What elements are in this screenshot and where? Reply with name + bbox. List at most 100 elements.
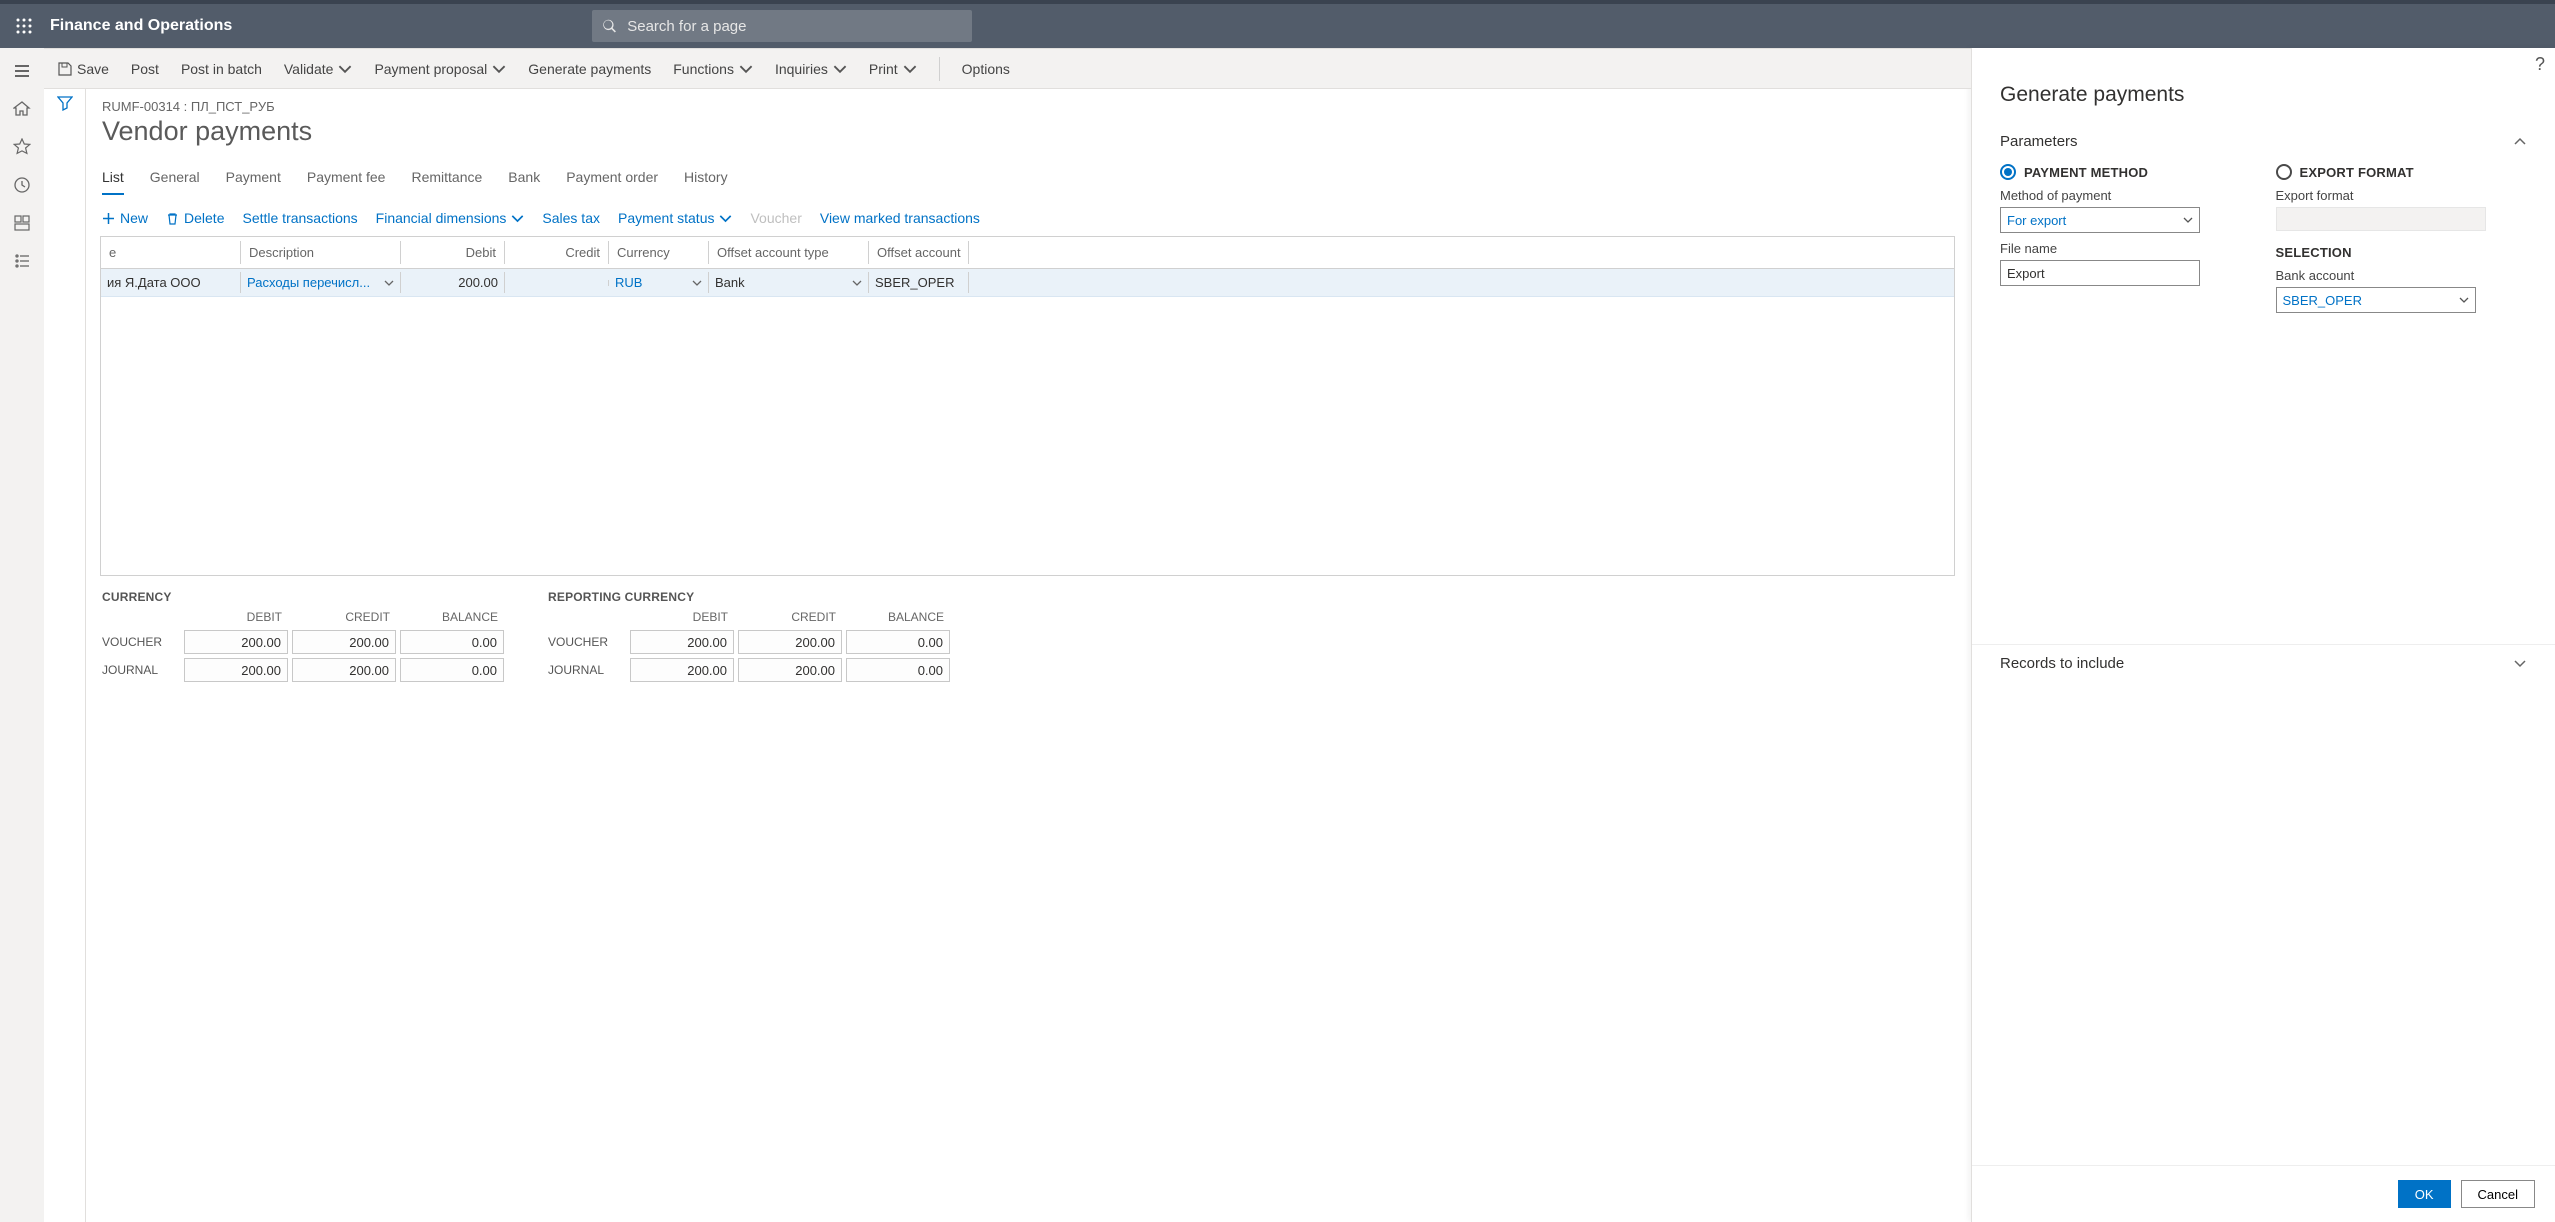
totals-head-credit: CREDIT — [738, 610, 842, 626]
nav-workspaces-icon[interactable] — [0, 204, 44, 242]
post-button[interactable]: Post — [131, 61, 159, 77]
cell-credit[interactable] — [505, 280, 609, 286]
app-title: Finance and Operations — [50, 17, 232, 35]
tab-list[interactable]: List — [102, 165, 124, 195]
tab-general[interactable]: General — [150, 165, 200, 195]
view-marked-button[interactable]: View marked transactions — [820, 210, 980, 226]
delete-button[interactable]: Delete — [166, 210, 224, 226]
chevron-down-icon[interactable] — [692, 278, 702, 288]
totals-val: 200.00 — [738, 658, 842, 682]
bank-account-label: Bank account — [2276, 268, 2528, 283]
sales-tax-label: Sales tax — [542, 210, 600, 226]
export-format-radio[interactable]: EXPORT FORMAT — [2276, 164, 2528, 180]
records-to-include-label: Records to include — [2000, 655, 2124, 672]
cell-description[interactable]: Расходы перечисл... — [241, 272, 401, 293]
nav-recent-icon[interactable] — [0, 166, 44, 204]
tab-history[interactable]: History — [684, 165, 728, 195]
cell-debit[interactable]: 200.00 — [401, 272, 505, 293]
ok-button[interactable]: OK — [2398, 1180, 2451, 1208]
nav-modules-icon[interactable] — [0, 242, 44, 280]
chevron-down-icon — [719, 212, 732, 225]
tab-payment-fee[interactable]: Payment fee — [307, 165, 386, 195]
method-of-payment-select[interactable]: For export — [2000, 207, 2200, 233]
nav-favorites-icon[interactable] — [0, 128, 44, 166]
chevron-down-icon[interactable] — [852, 278, 862, 288]
cell-offset-account-text: SBER_OPER — [875, 275, 954, 290]
payment-proposal-menu[interactable]: Payment proposal — [374, 61, 506, 77]
breadcrumb: RUMF-00314 : ПЛ_ПСТ_РУБ — [86, 99, 1971, 114]
generate-payments-button[interactable]: Generate payments — [528, 61, 651, 77]
bank-account-select[interactable]: SBER_OPER — [2276, 287, 2476, 313]
grid-header: e Description Debit Credit Currency Offs… — [101, 237, 1954, 269]
help-icon[interactable]: ? — [2535, 54, 2545, 75]
settle-transactions-button[interactable]: Settle transactions — [242, 210, 357, 226]
search-wrap — [592, 10, 972, 42]
col-credit[interactable]: Credit — [505, 241, 609, 264]
col-currency[interactable]: Currency — [609, 241, 709, 264]
chevron-down-icon — [2513, 656, 2527, 670]
payment-method-radio[interactable]: PAYMENT METHOD — [2000, 164, 2252, 180]
file-name-input[interactable] — [2000, 260, 2200, 286]
radio-icon — [2276, 164, 2292, 180]
plus-icon — [102, 212, 115, 225]
sales-tax-button[interactable]: Sales tax — [542, 210, 600, 226]
cell-name[interactable]: ия Я.Дата ООО — [101, 272, 241, 293]
totals-val: 0.00 — [400, 630, 504, 654]
section-parameters[interactable]: Parameters — [1972, 123, 2555, 160]
totals-currency-title: CURRENCY — [102, 590, 504, 604]
totals-row-voucher: VOUCHER — [102, 635, 180, 649]
col-description[interactable]: Description — [241, 241, 401, 264]
totals-row-voucher: VOUCHER — [548, 635, 626, 649]
totals-val: 0.00 — [400, 658, 504, 682]
search-input[interactable] — [625, 17, 962, 36]
cancel-button[interactable]: Cancel — [2461, 1180, 2535, 1208]
tab-payment-order[interactable]: Payment order — [566, 165, 658, 195]
post-label: Post — [131, 61, 159, 77]
nav-home-icon[interactable] — [0, 90, 44, 128]
section-records-to-include[interactable]: Records to include — [1972, 644, 2555, 682]
grid-row[interactable]: ия Я.Дата ООО Расходы перечисл... 200.00… — [101, 269, 1954, 297]
search-box[interactable] — [592, 10, 972, 42]
app-header: Finance and Operations — [0, 0, 2555, 48]
panel-footer: OK Cancel — [1972, 1165, 2555, 1222]
selection-heading: SELECTION — [2276, 245, 2528, 260]
functions-menu[interactable]: Functions — [673, 61, 753, 77]
tab-remittance[interactable]: Remittance — [411, 165, 482, 195]
chevron-down-icon — [338, 62, 352, 76]
financial-dimensions-menu[interactable]: Financial dimensions — [376, 210, 525, 226]
totals-val: 200.00 — [184, 630, 288, 654]
save-button[interactable]: Save — [58, 61, 109, 77]
app-launcher-icon[interactable] — [0, 18, 48, 34]
separator — [939, 57, 940, 81]
validate-menu[interactable]: Validate — [284, 61, 353, 77]
col-name[interactable]: e — [101, 241, 241, 264]
chevron-down-icon — [903, 62, 917, 76]
cell-currency[interactable]: RUB — [609, 272, 709, 293]
totals-head-debit: DEBIT — [630, 610, 734, 626]
nav-hamburger-icon[interactable] — [0, 52, 44, 90]
tab-payment[interactable]: Payment — [226, 165, 281, 195]
payment-status-label: Payment status — [618, 210, 715, 226]
col-offset-account[interactable]: Offset account — [869, 241, 969, 264]
method-of-payment-label: Method of payment — [2000, 188, 2252, 203]
section-parameters-label: Parameters — [2000, 133, 2078, 150]
new-button[interactable]: New — [102, 210, 148, 226]
chevron-down-icon — [2183, 215, 2193, 225]
payment-status-menu[interactable]: Payment status — [618, 210, 733, 226]
nav-rail — [0, 48, 44, 1222]
cell-offset-account[interactable]: SBER_OPER — [869, 272, 969, 293]
cell-offset-type[interactable]: Bank — [709, 272, 869, 293]
inquiries-menu[interactable]: Inquiries — [775, 61, 847, 77]
post-in-batch-button[interactable]: Post in batch — [181, 61, 262, 77]
search-icon — [602, 18, 617, 34]
print-menu[interactable]: Print — [869, 61, 917, 77]
options-button[interactable]: Options — [962, 61, 1010, 77]
tab-bank[interactable]: Bank — [508, 165, 540, 195]
filter-icon[interactable] — [57, 95, 73, 1222]
filter-column — [44, 89, 86, 1222]
grid-toolbar: New Delete Settle transactions Financial… — [86, 196, 1971, 236]
chevron-down-icon[interactable] — [384, 278, 394, 288]
col-debit[interactable]: Debit — [401, 241, 505, 264]
chevron-up-icon — [2513, 135, 2527, 149]
col-offset-type[interactable]: Offset account type — [709, 241, 869, 264]
